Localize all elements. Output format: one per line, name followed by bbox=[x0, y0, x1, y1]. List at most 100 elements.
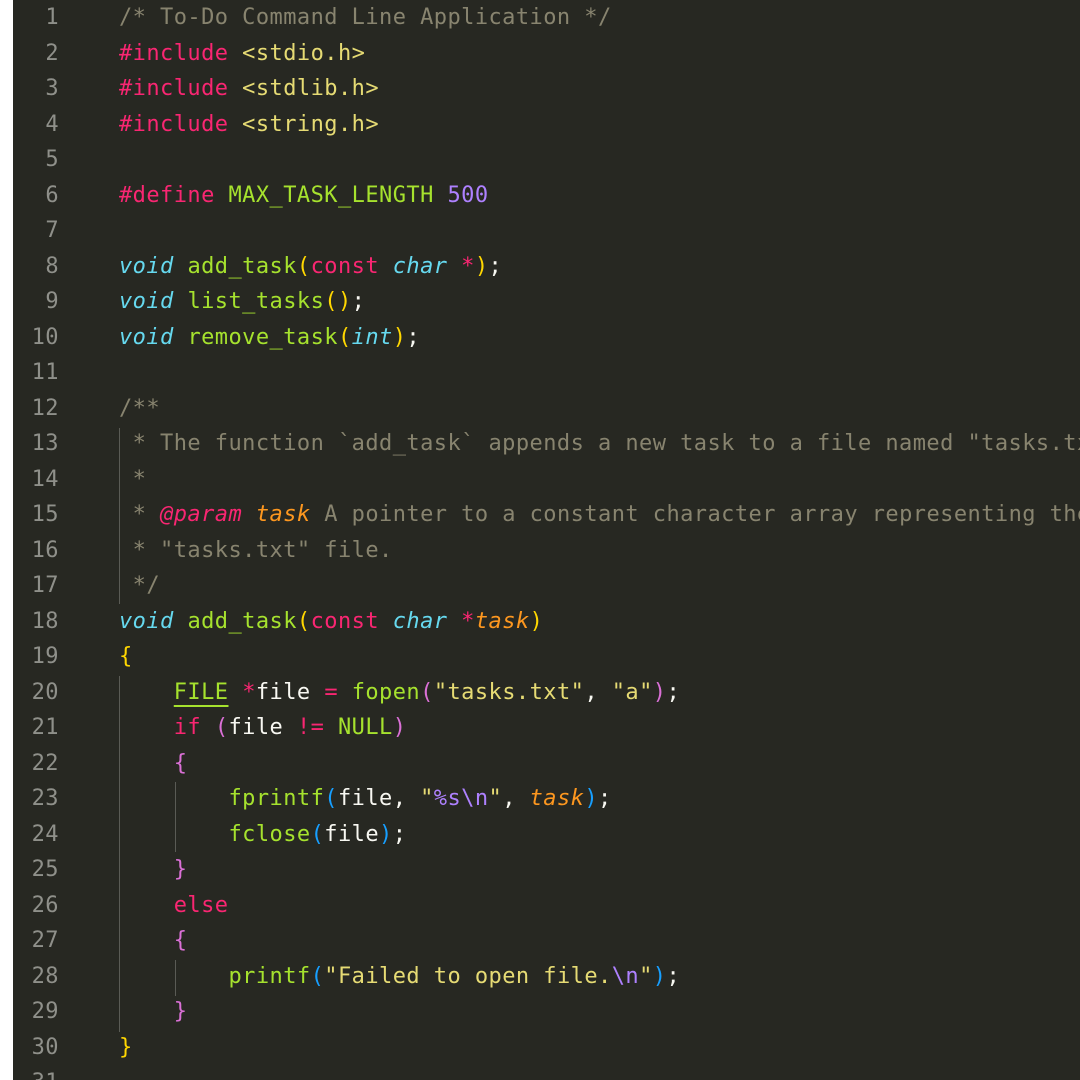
line-number: 14 bbox=[31, 466, 59, 492]
code-token: A pointer to a constant character array … bbox=[324, 502, 1080, 527]
code-text: fprintf(file, "%s\n", task); bbox=[119, 781, 612, 817]
code-token: add_task bbox=[187, 608, 297, 634]
code-token: ) bbox=[652, 963, 667, 989]
code-token: fopen bbox=[351, 679, 421, 705]
line-number: 25 bbox=[31, 857, 59, 882]
code-token: ) bbox=[652, 679, 667, 705]
code-line[interactable]: 17 */ bbox=[13, 568, 1080, 604]
code-line[interactable]: 15 * @param task A pointer to a constant… bbox=[13, 497, 1080, 533]
code-token: ) bbox=[584, 786, 599, 811]
line-number: 20 bbox=[31, 679, 59, 705]
code-line[interactable]: 8 void add_task(const char *); bbox=[13, 249, 1080, 285]
code-line[interactable]: 4 #include <string.h> bbox=[13, 107, 1080, 143]
code-token: void bbox=[119, 253, 174, 279]
code-line[interactable]: 7 bbox=[13, 213, 1080, 249]
code-text: #define MAX_TASK_LENGTH 500 bbox=[119, 178, 489, 214]
code-token: @param bbox=[160, 502, 243, 527]
line-number: 11 bbox=[31, 360, 59, 385]
code-line[interactable]: 16 * "tasks.txt" file. bbox=[13, 533, 1080, 569]
code-line[interactable]: 22 { bbox=[13, 746, 1080, 782]
line-number: 13 bbox=[31, 431, 59, 456]
code-token: } bbox=[173, 857, 188, 882]
code-text: * The function `add_task` appends a new … bbox=[119, 426, 1080, 462]
line-number: 7 bbox=[45, 218, 59, 243]
code-token: } bbox=[173, 999, 188, 1024]
code-line[interactable]: 20 FILE *file = fopen("tasks.txt", "a"); bbox=[13, 675, 1080, 711]
code-line[interactable]: 13 * The function `add_task` appends a n… bbox=[13, 426, 1080, 462]
code-line[interactable]: 26 else bbox=[13, 888, 1080, 924]
line-number: 23 bbox=[31, 786, 59, 811]
code-token: MAX_TASK_LENGTH bbox=[228, 182, 434, 208]
code-token: <string.h> bbox=[242, 111, 380, 137]
code-line[interactable]: 18 void add_task(const char *task) bbox=[13, 604, 1080, 640]
code-text: #include <stdio.h> bbox=[119, 36, 365, 72]
code-token: fprintf bbox=[228, 786, 325, 811]
code-line[interactable]: 2 #include <stdio.h> bbox=[13, 36, 1080, 72]
code-token: * "tasks.txt" file. bbox=[119, 537, 393, 563]
code-token: " bbox=[420, 786, 434, 811]
line-number: 31 bbox=[13, 1065, 59, 1080]
code-line[interactable]: 25 } bbox=[13, 852, 1080, 888]
code-editor[interactable]: 1 /* To-Do Command Line Application */ 2 #i… bbox=[13, 0, 1080, 1080]
line-number: 2 bbox=[45, 40, 59, 66]
code-token: \n bbox=[461, 786, 489, 811]
code-token: * bbox=[461, 608, 475, 634]
code-token: printf bbox=[228, 963, 311, 989]
code-token: void bbox=[119, 289, 174, 314]
code-line[interactable]: 1 /* To-Do Command Line Application */ bbox=[13, 0, 1080, 36]
code-line[interactable]: 19 { bbox=[13, 639, 1080, 675]
code-line[interactable]: 3 #include <stdlib.h> bbox=[13, 71, 1080, 107]
code-token: "Failed to open file. bbox=[324, 963, 612, 989]
code-line[interactable]: 24 fclose(file); bbox=[13, 817, 1080, 853]
code-line[interactable]: 11 bbox=[13, 355, 1080, 391]
code-text: } bbox=[119, 852, 187, 888]
code-token: #include bbox=[119, 40, 229, 66]
code-token: " bbox=[488, 786, 503, 811]
code-line[interactable]: 14 * bbox=[13, 462, 1080, 498]
code-token: * The function `add_task` appends a new … bbox=[119, 431, 1080, 456]
code-line[interactable]: 6 #define MAX_TASK_LENGTH 500 bbox=[13, 178, 1080, 214]
code-token: ) bbox=[474, 253, 489, 279]
code-token: /** bbox=[119, 395, 161, 421]
code-text: void add_task(const char *task) bbox=[119, 604, 543, 640]
code-token: file bbox=[228, 715, 284, 740]
code-line[interactable]: 21 if (file != NULL) bbox=[13, 710, 1080, 746]
code-line[interactable]: 12 /** bbox=[13, 391, 1080, 427]
code-line[interactable]: 9 void list_tasks(); bbox=[13, 284, 1080, 320]
code-line[interactable]: 31 bbox=[13, 1065, 1080, 1080]
code-token: ) bbox=[529, 608, 544, 634]
code-text: #include <string.h> bbox=[119, 107, 379, 143]
code-token: #include bbox=[119, 76, 229, 101]
code-token: ( bbox=[296, 608, 311, 634]
line-number: 1 bbox=[45, 5, 59, 30]
code-token: file bbox=[324, 821, 380, 847]
line-number: 5 bbox=[45, 147, 59, 172]
code-token: () bbox=[324, 289, 352, 314]
code-token: ) bbox=[392, 324, 407, 350]
code-line[interactable]: 10 void remove_task(int); bbox=[13, 320, 1080, 356]
code-token: { bbox=[173, 750, 188, 776]
code-token: " bbox=[639, 963, 653, 989]
code-line[interactable]: 23 fprintf(file, "%s\n", task); bbox=[13, 781, 1080, 817]
code-line[interactable]: 30} bbox=[13, 1030, 1080, 1066]
code-line[interactable]: 27 { bbox=[13, 923, 1080, 959]
code-text: printf("Failed to open file.\n"); bbox=[119, 959, 680, 995]
code-token: FILE bbox=[173, 679, 229, 705]
code-token: ( bbox=[214, 715, 229, 740]
code-token: ( bbox=[310, 963, 325, 989]
code-line[interactable]: 28 printf("Failed to open file.\n"); bbox=[13, 959, 1080, 995]
code-line[interactable]: 5 bbox=[13, 142, 1080, 178]
line-number: 28 bbox=[31, 963, 59, 989]
code-token: != bbox=[296, 715, 325, 740]
line-number: 26 bbox=[31, 892, 59, 918]
code-line[interactable]: 29 } bbox=[13, 994, 1080, 1030]
